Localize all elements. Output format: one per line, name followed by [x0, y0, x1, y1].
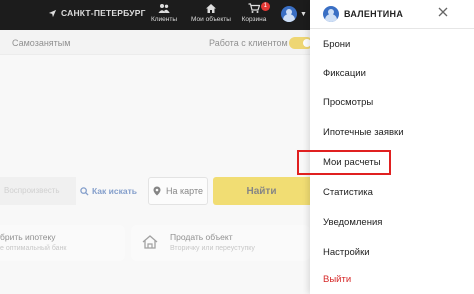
header-avatar[interactable] — [281, 6, 297, 22]
chevron-down-icon[interactable]: ▼ — [300, 11, 307, 18]
city-selector[interactable]: САНКТ-ПЕТЕРБУРГ — [48, 8, 146, 18]
cart-icon — [248, 3, 260, 13]
menu-item-fixations[interactable]: Фиксации — [323, 68, 366, 79]
nav-clients[interactable]: Клиенты — [144, 3, 184, 23]
menu-item-notifications[interactable]: Уведомления — [323, 217, 382, 228]
modal-overlay[interactable] — [0, 30, 310, 294]
menu-item-bookings[interactable]: Брони — [323, 39, 350, 50]
menu-item-mortgage-applications[interactable]: Ипотечные заявки — [323, 127, 404, 138]
menu-item-statistics[interactable]: Статистика — [323, 187, 373, 198]
user-menu-panel: ВАЛЕНТИНА Брони Фиксации Просмотры Ипоте… — [310, 0, 474, 294]
users-icon — [158, 4, 170, 13]
nav-my-objects[interactable]: Мои объекты — [191, 3, 231, 23]
location-arrow-icon — [48, 9, 57, 17]
menu-item-viewings[interactable]: Просмотры — [323, 97, 373, 108]
nav-clients-label: Клиенты — [150, 16, 178, 23]
user-name: ВАЛЕНТИНА — [344, 9, 404, 19]
nav-my-objects-label: Мои объекты — [191, 16, 231, 23]
user-avatar — [323, 6, 339, 22]
divider — [310, 28, 474, 29]
menu-item-settings[interactable]: Настройки — [323, 247, 370, 258]
city-name: САНКТ-ПЕТЕРБУРГ — [61, 8, 146, 18]
menu-item-logout[interactable]: Выйти — [323, 274, 351, 285]
highlight-box — [297, 150, 391, 175]
nav-cart[interactable]: 1 Корзина — [234, 2, 274, 23]
cart-badge: 1 — [260, 2, 270, 11]
nav-cart-label: Корзина — [241, 16, 267, 23]
close-icon[interactable] — [435, 4, 451, 20]
home-icon — [206, 4, 216, 13]
